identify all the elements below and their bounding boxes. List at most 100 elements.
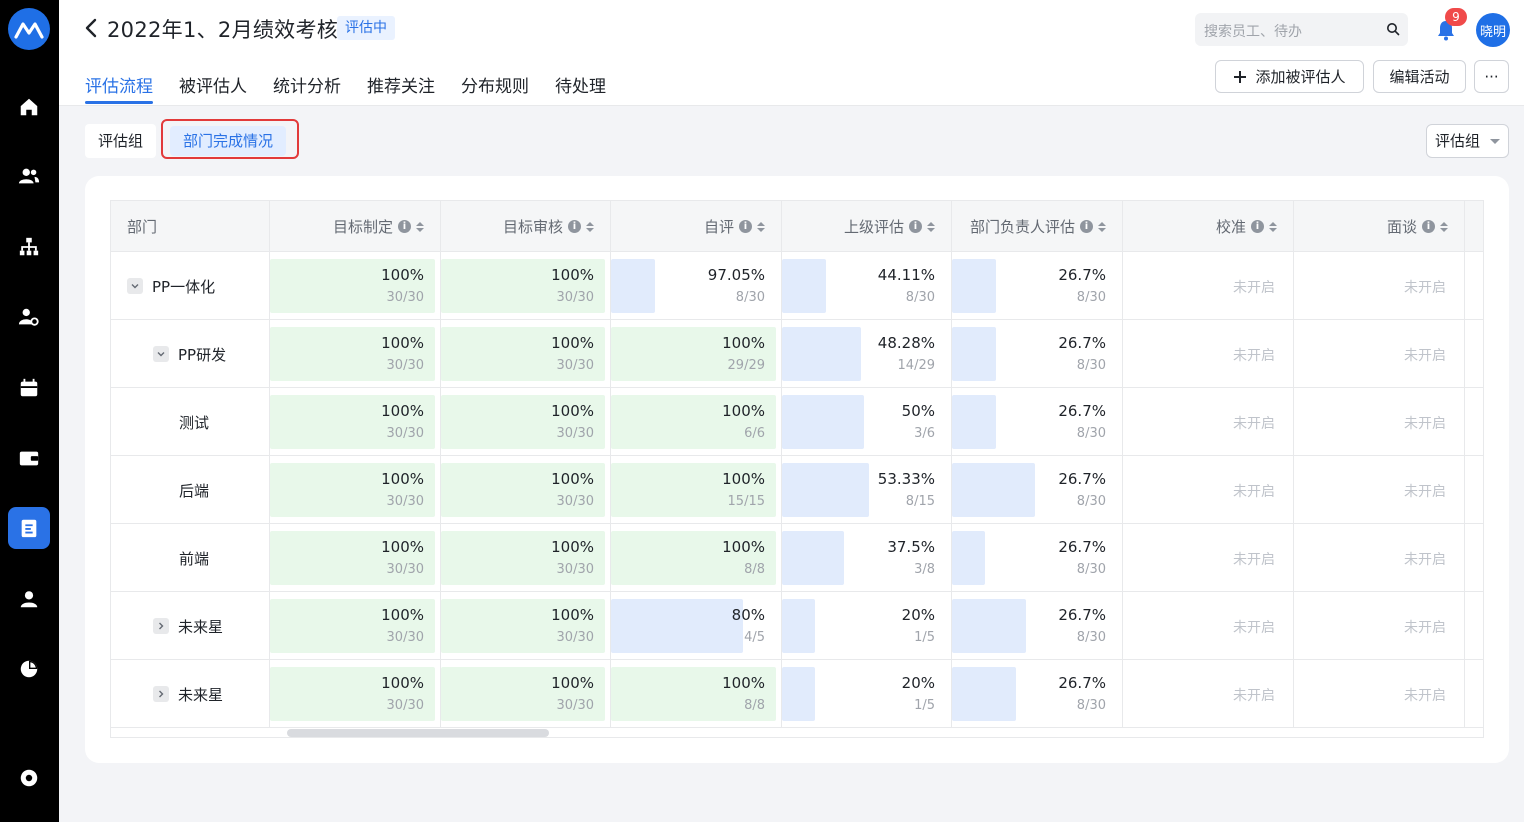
column-label: 自评: [703, 218, 734, 236]
completion-percent: 50%: [901, 402, 935, 420]
progress-bar: [782, 667, 815, 721]
not-started-text: 未开启: [1404, 552, 1446, 568]
avatar[interactable]: 晓明: [1476, 13, 1510, 47]
col-goal-review-header[interactable]: 目标审核 i: [441, 201, 611, 252]
tab-evaluation-process[interactable]: 评估流程: [85, 72, 153, 104]
search-input[interactable]: 搜索员工、待办: [1195, 13, 1408, 46]
completion-percent: 100%: [722, 334, 765, 352]
people-icon[interactable]: [8, 155, 50, 197]
app-logo-icon[interactable]: [8, 8, 50, 50]
sidebar: [0, 0, 59, 822]
completion-percent: 48.28%: [877, 334, 935, 352]
sort-icon[interactable]: [416, 221, 424, 232]
info-icon[interactable]: i: [1251, 220, 1264, 233]
column-label: 校准: [1215, 218, 1246, 236]
sort-icon[interactable]: [1098, 221, 1106, 232]
completion-fraction: 1/5: [914, 630, 935, 645]
col-dept-head-eval-cell: 26.7% 8/30: [952, 456, 1123, 524]
sort-icon[interactable]: [1269, 221, 1277, 232]
tab-recommendations[interactable]: 推荐关注: [367, 72, 435, 104]
tab-pending[interactable]: 待处理: [555, 72, 606, 104]
chevron-down-icon[interactable]: [153, 346, 169, 362]
chevron-down-icon[interactable]: [127, 278, 143, 294]
progress-bar: [952, 327, 996, 381]
sort-icon[interactable]: [586, 221, 594, 232]
completion-percent: 37.5%: [887, 538, 935, 556]
completion-fraction: 30/30: [386, 562, 424, 577]
home-icon[interactable]: [8, 86, 50, 128]
col-dept-head-eval-cell: 26.7% 8/30: [952, 524, 1123, 592]
completion-percent: 44.11%: [877, 266, 935, 284]
completion-fraction: 8/30: [905, 290, 935, 305]
chevron-right-icon[interactable]: [153, 618, 169, 634]
wallet-icon[interactable]: [8, 437, 50, 479]
more-options-button[interactable]: ···: [1474, 60, 1509, 93]
group-select[interactable]: 评估组: [1426, 124, 1509, 158]
tab-distribution-rules[interactable]: 分布规则: [461, 72, 529, 104]
progress-bar: [782, 259, 826, 313]
not-started-text: 未开启: [1233, 688, 1275, 704]
horizontal-scrollbar[interactable]: [287, 729, 549, 737]
status-badge: 评估中: [337, 16, 395, 40]
completion-fraction: 30/30: [556, 562, 594, 577]
col-department-header: 部门: [111, 201, 270, 252]
col-calibration-cell: 未开启: [1123, 456, 1294, 524]
completion-percent: 100%: [381, 402, 424, 420]
col-calibration-header[interactable]: 校准 i: [1123, 201, 1294, 252]
user-settings-icon[interactable]: [8, 296, 50, 338]
profile-icon[interactable]: [8, 578, 50, 620]
page-title: 2022年1、2月绩效考核: [107, 18, 339, 42]
info-icon[interactable]: i: [739, 220, 752, 233]
col-dept-head-eval-cell: 26.7% 8/30: [952, 388, 1123, 456]
completion-fraction: 1/5: [914, 698, 935, 713]
info-icon[interactable]: i: [1422, 220, 1435, 233]
info-icon[interactable]: i: [1080, 220, 1093, 233]
info-icon[interactable]: i: [568, 220, 581, 233]
highlight-box: [161, 119, 299, 159]
col-goal-review-cell: 100% 30/30: [441, 252, 611, 320]
org-chart-icon[interactable]: [8, 226, 50, 268]
completion-fraction: 8/30: [1076, 358, 1106, 373]
completion-percent: 26.7%: [1058, 334, 1106, 352]
edit-activity-button[interactable]: 编辑活动: [1373, 60, 1466, 93]
not-started-text: 未开启: [1404, 348, 1446, 364]
sort-icon[interactable]: [1440, 221, 1448, 232]
tab-bar: 评估流程 被评估人 统计分析 推荐关注 分布规则 待处理: [85, 72, 632, 104]
sort-icon[interactable]: [757, 221, 765, 232]
col-manager-eval-header[interactable]: 上级评估 i: [782, 201, 952, 252]
not-started-text: 未开启: [1233, 416, 1275, 432]
tab-statistics[interactable]: 统计分析: [273, 72, 341, 104]
col-goal-setting-cell: 100% 30/30: [270, 388, 441, 456]
completion-fraction: 30/30: [386, 290, 424, 305]
info-icon[interactable]: i: [398, 220, 411, 233]
sort-icon[interactable]: [927, 221, 935, 232]
segment-evaluation-group[interactable]: 评估组: [85, 124, 157, 158]
completion-percent: 26.7%: [1058, 674, 1106, 692]
info-icon[interactable]: i: [909, 220, 922, 233]
calendar-icon[interactable]: [8, 367, 50, 409]
department-cell: 未来星: [111, 592, 270, 660]
table-row: PP一体化 100% 30/30 100% 30/30 97.05% 8/30 44.11% 8…: [111, 252, 1483, 320]
col-dept-head-eval-cell: 26.7% 8/30: [952, 252, 1123, 320]
progress-bar: [952, 463, 1035, 517]
col-dept-head-eval-header[interactable]: 部门负责人评估 i: [952, 201, 1123, 252]
col-interview-cell: 未开启: [1294, 388, 1465, 456]
progress-bar: [952, 599, 1026, 653]
pie-chart-icon[interactable]: [8, 648, 50, 690]
col-self-eval-header[interactable]: 自评 i: [611, 201, 782, 252]
col-interview-header[interactable]: 面谈 i: [1294, 201, 1465, 252]
settings-icon[interactable]: [8, 757, 50, 799]
column-label: 上级评估: [843, 218, 904, 236]
not-started-text: 未开启: [1404, 484, 1446, 500]
add-evaluatee-button[interactable]: 添加被评估人: [1215, 60, 1364, 93]
search-placeholder: 搜索员工、待办: [1204, 24, 1302, 40]
col-dept-head-eval-cell: 26.7% 8/30: [952, 592, 1123, 660]
tab-evaluatees[interactable]: 被评估人: [179, 72, 247, 104]
performance-icon[interactable]: [8, 507, 50, 549]
progress-bar: [611, 259, 655, 313]
col-goal-setting-header[interactable]: 目标制定 i: [270, 201, 441, 252]
back-arrow-icon[interactable]: [81, 16, 101, 40]
group-select-value: 评估组: [1435, 132, 1481, 150]
col-interview-cell: 未开启: [1294, 524, 1465, 592]
chevron-right-icon[interactable]: [153, 686, 169, 702]
